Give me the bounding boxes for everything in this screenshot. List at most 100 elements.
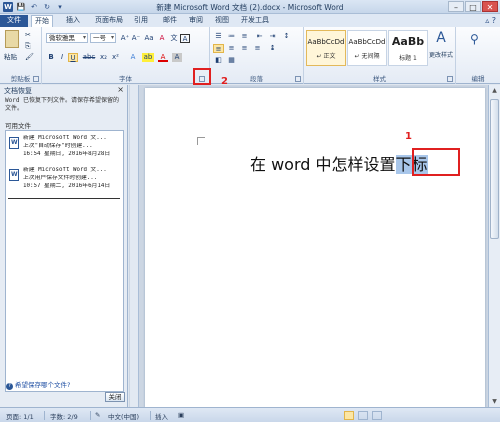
font-size-select[interactable]: 一号 <box>90 33 116 43</box>
page-count[interactable]: 页面: 1/1 <box>6 411 34 421</box>
minimize-button[interactable]: – <box>448 1 464 12</box>
paste-button[interactable]: 粘贴 <box>4 51 17 61</box>
recovery-message: Word 已恢复下列文件。请保存希望保留的文件。 <box>5 97 120 112</box>
text-plain: 在 word 中怎样设置 <box>250 155 396 174</box>
style-no-spacing[interactable]: AaBbCcDd ↵ 无间隔 <box>347 30 387 66</box>
numbering-icon[interactable]: ≔ <box>226 32 237 41</box>
tab-references[interactable]: 引用 <box>131 15 151 27</box>
which-file-link[interactable]: 希望保存哪个文件? <box>6 379 70 390</box>
cut-icon[interactable]: ✂ <box>25 31 31 39</box>
strikethrough-icon[interactable]: abc <box>82 53 96 62</box>
bold-icon[interactable]: B <box>46 53 56 62</box>
insert-mode[interactable]: 插入 <box>155 411 168 421</box>
tab-home[interactable]: 开始 <box>31 15 53 27</box>
highlight-icon[interactable]: ab <box>142 53 154 62</box>
subscript-icon[interactable]: x₂ <box>98 53 109 62</box>
macro-record-icon[interactable]: ▣ <box>178 411 184 419</box>
styles-launcher-icon[interactable] <box>447 76 453 82</box>
find-binoculars-icon[interactable]: ⚲ <box>470 32 479 46</box>
vertical-ruler <box>130 85 139 407</box>
paragraph-launcher-icon[interactable] <box>295 76 301 82</box>
style-no-spacing-sample: AaBbCcDd <box>348 38 386 46</box>
font-name-select[interactable]: 微软雅黑 <box>46 33 88 43</box>
superscript-icon[interactable]: x² <box>110 53 121 62</box>
close-button[interactable]: ✕ <box>482 1 498 12</box>
status-divider <box>44 411 45 420</box>
document-text[interactable]: 在 word 中怎样设置下标 <box>250 151 428 175</box>
tab-page-layout[interactable]: 页面布局 <box>92 15 126 27</box>
file-description: 上次"自动保存"时创建... <box>23 143 93 149</box>
paste-icon[interactable] <box>5 30 19 48</box>
change-styles-icon[interactable]: A <box>430 30 452 46</box>
borders-icon[interactable]: ▦ <box>226 56 237 65</box>
language-indicator[interactable]: 中文(中国) <box>108 411 139 421</box>
style-normal[interactable]: AaBbCcDd ↵ 正文 <box>306 30 346 66</box>
word-count[interactable]: 字数: 2/9 <box>50 411 78 421</box>
window-title: 新建 Microsoft Word 文档 (2).docx - Microsof… <box>156 3 344 12</box>
clipboard-group: 粘贴 ✂ ⎘ 🖌 剪贴板 <box>0 27 42 84</box>
multilevel-list-icon[interactable]: ≡ <box>239 32 250 41</box>
maximize-button[interactable]: □ <box>465 1 481 12</box>
line-spacing-icon[interactable]: ↨ <box>267 44 278 53</box>
ribbon-tabs: 文件 开始 插入 页面布局 引用 邮件 审阅 视图 开发工具 ▵ ? <box>0 14 500 27</box>
recovery-close-button[interactable]: 关闭 <box>105 392 125 402</box>
document-page[interactable] <box>145 88 485 408</box>
sort-icon[interactable]: ↕ <box>281 32 292 41</box>
font-label: 字体 <box>119 75 132 83</box>
char-border-icon[interactable]: A <box>180 34 190 43</box>
help-icon[interactable]: ▵ ? <box>485 16 496 25</box>
recovered-file-item[interactable]: 新建 Microsoft Word 文... 上次用户保存文件时创建... 10… <box>8 167 120 197</box>
vertical-scrollbar[interactable]: ▲ ▼ <box>488 85 500 407</box>
style-no-spacing-name: ↵ 无间隔 <box>354 53 380 60</box>
phonetic-guide-icon[interactable]: 文 <box>169 34 179 43</box>
status-bar: 页面: 1/1 字数: 2/9 ✎ 中文(中国) 插入 ▣ <box>0 407 500 422</box>
format-painter-icon[interactable]: 🖌 <box>25 53 34 61</box>
text-effects-icon[interactable]: A <box>128 53 138 62</box>
tab-insert[interactable]: 插入 <box>63 15 83 27</box>
shading-icon[interactable]: ◧ <box>213 56 224 65</box>
justify-icon[interactable]: ≡ <box>252 44 263 53</box>
tab-developer[interactable]: 开发工具 <box>238 15 272 27</box>
status-divider <box>90 411 91 420</box>
scroll-down-icon[interactable]: ▼ <box>490 398 499 405</box>
document-recovery-pane: 文档恢复 × Word 已恢复下列文件。请保存希望保留的文件。 可用文件 新建 … <box>0 85 128 407</box>
grow-font-icon[interactable]: A⁺ <box>120 34 130 43</box>
styles-label: 样式 <box>373 75 386 83</box>
clipboard-launcher-icon[interactable] <box>33 76 39 82</box>
align-left-icon[interactable]: ≡ <box>213 44 224 53</box>
web-layout-view-icon[interactable] <box>372 411 382 420</box>
proofing-icon[interactable]: ✎ <box>95 411 100 419</box>
scroll-thumb[interactable] <box>490 99 499 239</box>
align-right-icon[interactable]: ≡ <box>239 44 250 53</box>
which-file-prefix: 希望保存 <box>15 381 41 389</box>
shrink-font-icon[interactable]: A⁻ <box>131 34 141 43</box>
marker-number-1: 1 <box>405 131 412 142</box>
clear-format-icon[interactable]: A <box>157 34 167 43</box>
style-heading-1[interactable]: AaBb 标题 1 <box>388 30 428 66</box>
marker-box-2 <box>193 68 211 85</box>
tab-mailings[interactable]: 邮件 <box>160 15 180 27</box>
tab-file[interactable]: 文件 <box>0 15 28 27</box>
decrease-indent-icon[interactable]: ⇤ <box>254 32 265 41</box>
marker-box-1 <box>412 148 460 176</box>
tab-view[interactable]: 视图 <box>212 15 232 27</box>
recovery-pane-close-icon[interactable]: × <box>117 85 124 94</box>
recovered-file-item[interactable]: 新建 Microsoft Word 文... 上次"自动保存"时创建... 16… <box>8 135 120 165</box>
recovered-file-list: 新建 Microsoft Word 文... 上次"自动保存"时创建... 16… <box>5 130 124 392</box>
bullets-icon[interactable]: ☰ <box>213 32 224 41</box>
change-case-icon[interactable]: Aa <box>143 34 155 43</box>
change-styles-button[interactable]: 更改样式 <box>428 50 454 59</box>
tab-review[interactable]: 审阅 <box>186 15 206 27</box>
scroll-up-icon[interactable]: ▲ <box>490 87 499 94</box>
file-name: 新建 Microsoft Word 文... <box>23 167 107 173</box>
print-layout-view-icon[interactable] <box>344 411 354 420</box>
title-bar: W 💾 ↶ ↻ ▾ 新建 Microsoft Word 文档 (2).docx … <box>0 0 500 14</box>
copy-icon[interactable]: ⎘ <box>25 42 31 51</box>
align-center-icon[interactable]: ≡ <box>226 44 237 53</box>
full-screen-view-icon[interactable] <box>358 411 368 420</box>
char-shading-icon[interactable]: A <box>172 53 182 62</box>
font-color-icon[interactable]: A <box>158 53 168 62</box>
increase-indent-icon[interactable]: ⇥ <box>267 32 278 41</box>
italic-icon[interactable]: I <box>57 53 67 62</box>
underline-icon[interactable]: U <box>68 53 78 62</box>
